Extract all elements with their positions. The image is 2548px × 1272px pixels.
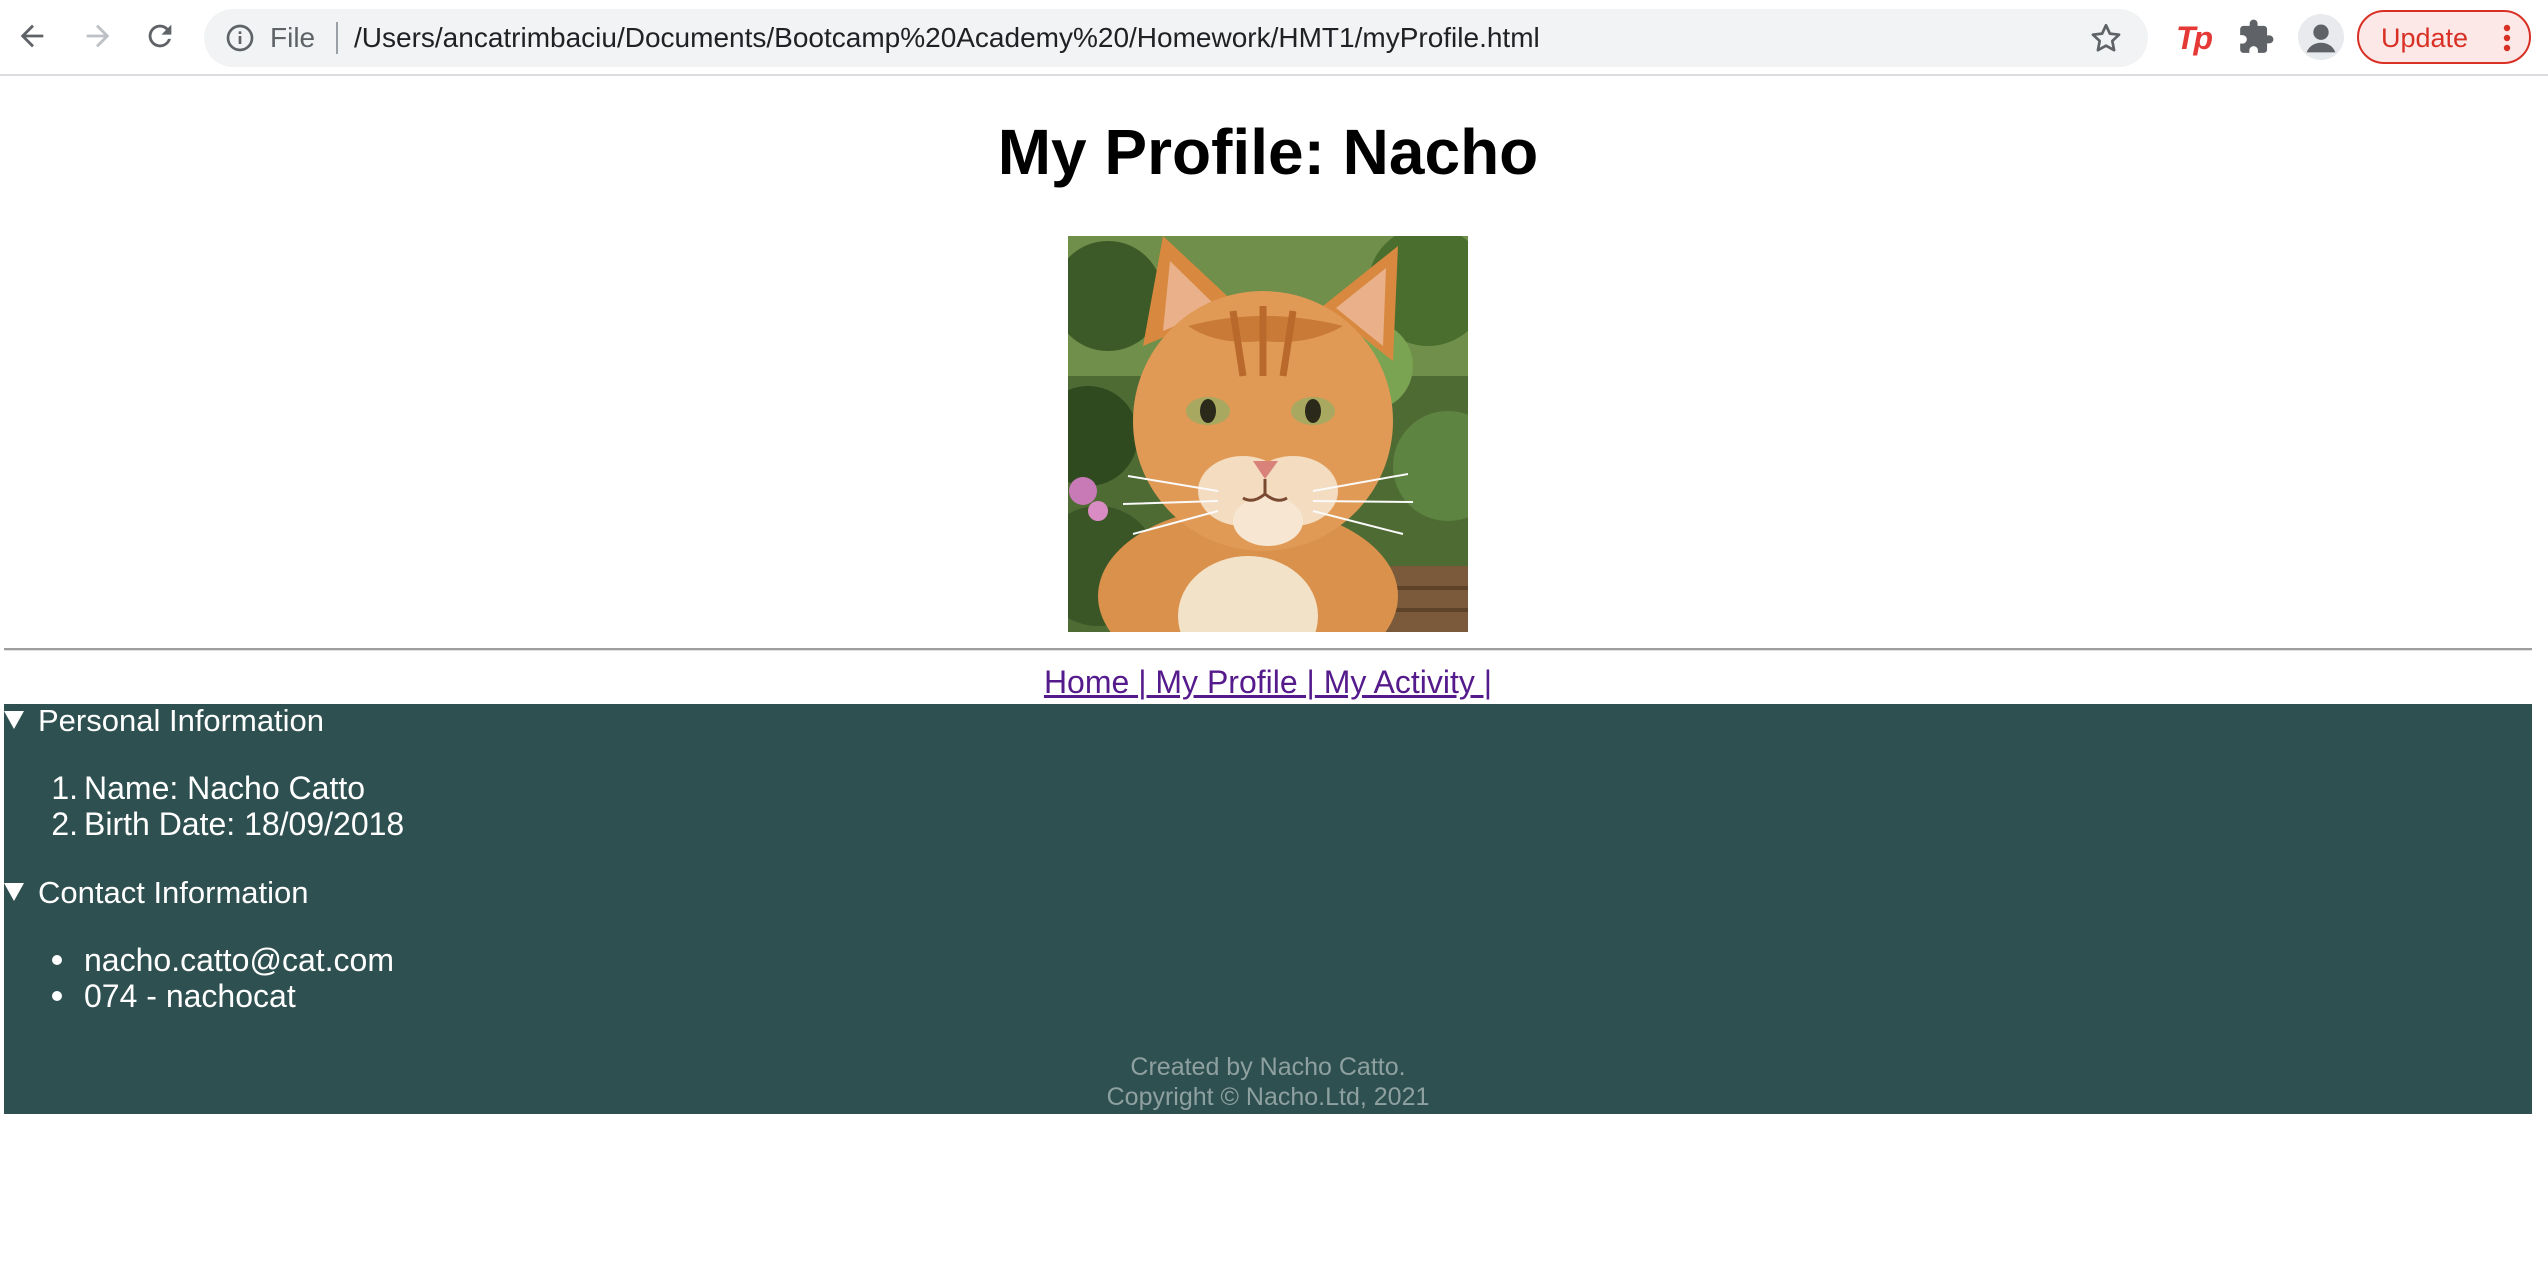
- footer-credit: Created by Nacho Catto.: [1130, 1053, 1406, 1081]
- contact-info-summary[interactable]: Contact Information: [4, 874, 309, 912]
- info-section: Personal Information 1. Name: Nacho Catt…: [4, 702, 2532, 1114]
- cat-photo-illustration: [1068, 236, 1468, 632]
- nav-bar: Home | My Profile | My Activity |: [0, 662, 2536, 702]
- profile-photo: [1068, 236, 1468, 632]
- list-marker: 2.: [51, 806, 78, 842]
- forward-button[interactable]: [76, 14, 120, 58]
- address-bar[interactable]: File /Users/ancatrimbaciu/Documents/Boot…: [204, 9, 2148, 67]
- disclosure-triangle-icon: [4, 882, 24, 901]
- scheme-label: File: [270, 22, 316, 53]
- url-text[interactable]: /Users/ancatrimbaciu/Documents/Bootcamp%…: [354, 21, 1540, 55]
- kebab-icon[interactable]: [2503, 24, 2511, 52]
- profile-icon[interactable]: [2298, 14, 2344, 60]
- nav-link-my-profile[interactable]: My Profile |: [1147, 664, 1314, 700]
- footer-copyright: Copyright © Nacho.Ltd, 2021: [1106, 1083, 1430, 1111]
- disclosure-triangle-icon: [4, 710, 24, 729]
- email-value: nacho.catto@cat.com: [84, 942, 394, 978]
- back-icon: [20, 24, 44, 48]
- birth-date-value: Birth Date: 18/09/2018: [84, 806, 405, 842]
- list-item: 2. Birth Date: 18/09/2018: [51, 806, 405, 842]
- phone-value: 074 - nachocat: [84, 978, 296, 1014]
- browser-toolbar: File /Users/ancatrimbaciu/Documents/Boot…: [0, 0, 2548, 76]
- nav-link-home[interactable]: Home |: [1044, 664, 1147, 700]
- info-icon[interactable]: [224, 22, 256, 54]
- nav-link-my-activity[interactable]: My Activity |: [1315, 664, 1492, 700]
- list-item: 1. Name: Nacho Catto: [51, 770, 366, 806]
- forward-icon: [86, 24, 110, 48]
- page-title: My Profile: Nacho: [997, 116, 1539, 188]
- personal-info-summary[interactable]: Personal Information: [4, 702, 324, 740]
- personal-info-label: Personal Information: [38, 703, 325, 738]
- star-icon[interactable]: [2088, 20, 2124, 56]
- reload-icon: [148, 24, 172, 48]
- list-item: 074 - nachocat: [52, 978, 296, 1014]
- name-value: Name: Nacho Catto: [84, 770, 366, 806]
- bullet-icon: [52, 955, 62, 965]
- update-label: Update: [2381, 23, 2469, 53]
- list-item: nacho.catto@cat.com: [52, 942, 394, 978]
- puzzle-icon[interactable]: [2237, 18, 2275, 56]
- tp-extension-icon[interactable]: Tp: [2176, 18, 2213, 58]
- contact-info-label: Contact Information: [38, 875, 309, 910]
- horizontal-rule: [4, 648, 2532, 651]
- omnibox-divider: [336, 22, 338, 54]
- update-button[interactable]: Update: [2357, 10, 2531, 64]
- avatar-glyph: [2306, 24, 2336, 53]
- back-button[interactable]: [10, 14, 54, 58]
- reload-button[interactable]: [138, 14, 182, 58]
- bullet-icon: [52, 991, 62, 1001]
- list-marker: 1.: [51, 770, 78, 806]
